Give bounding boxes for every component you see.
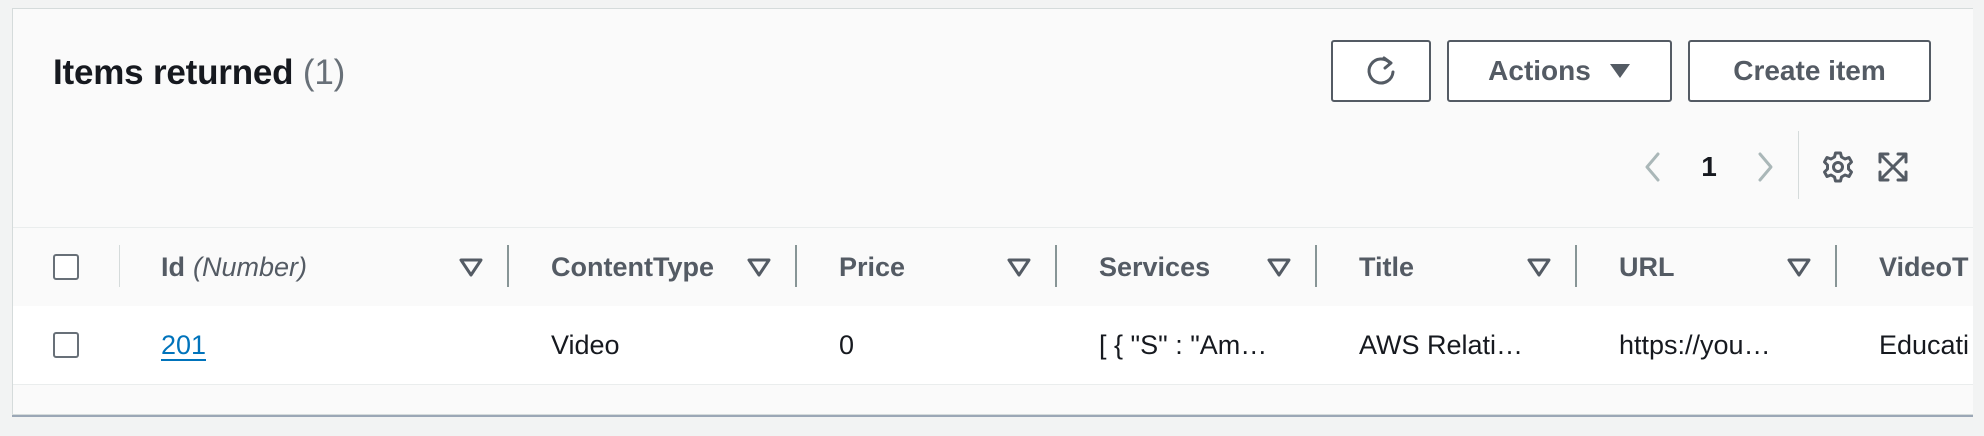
column-divider[interactable]: [795, 245, 797, 287]
create-item-label: Create item: [1733, 55, 1886, 86]
column-header-price[interactable]: Price: [839, 228, 905, 306]
column-divider[interactable]: [507, 245, 509, 287]
column-type: (Number): [193, 251, 308, 282]
actions-label: Actions: [1488, 55, 1591, 86]
row-select-cell: [53, 306, 79, 384]
select-all-cell: [53, 228, 79, 306]
cell-url: https://you…: [1619, 329, 1771, 360]
column-divider: [119, 245, 120, 287]
chevron-right-icon[interactable]: [1745, 147, 1785, 187]
column-label: Id: [161, 251, 185, 282]
column-divider[interactable]: [1575, 245, 1577, 287]
column-header-url[interactable]: URL: [1619, 228, 1675, 306]
row-checkbox[interactable]: [53, 332, 79, 358]
column-label: Price: [839, 251, 906, 282]
chevron-left-icon[interactable]: [1633, 147, 1673, 187]
toolbar-divider: [1798, 131, 1799, 199]
column-label: Services: [1099, 251, 1211, 282]
gear-icon[interactable]: [1818, 147, 1858, 187]
column-label: ContentType: [551, 251, 714, 282]
page-title: Items returned (1): [53, 53, 345, 93]
cell-contenttype: Video: [551, 329, 620, 360]
item-count: (1): [302, 53, 346, 92]
page-number[interactable]: 1: [1673, 151, 1745, 183]
table-header: Id (Number) ContentType Price Services T…: [13, 227, 1973, 307]
sort-triangle-icon[interactable]: [1787, 258, 1811, 278]
items-panel: Items returned (1) Actions Create item 1…: [12, 8, 1973, 415]
refresh-icon: [1367, 56, 1395, 85]
item-id-link[interactable]: 201: [161, 330, 206, 361]
fullscreen-icon[interactable]: [1873, 147, 1913, 187]
column-header-videotype[interactable]: VideoT: [1879, 228, 1969, 306]
sort-triangle-icon[interactable]: [1007, 258, 1031, 278]
column-divider[interactable]: [1835, 245, 1837, 287]
cell-price: 0: [839, 329, 855, 360]
column-header-contenttype[interactable]: ContentType: [551, 228, 714, 306]
column-divider[interactable]: [1055, 245, 1057, 287]
pagination: 1: [1633, 139, 1785, 195]
caret-down-icon: [1609, 64, 1630, 78]
panel-header: Items returned (1) Actions Create item 1: [13, 9, 1973, 227]
select-all-checkbox[interactable]: [53, 254, 79, 280]
column-header-services[interactable]: Services: [1099, 228, 1210, 306]
column-header-title[interactable]: Title: [1359, 228, 1414, 306]
actions-button[interactable]: Actions: [1447, 40, 1672, 102]
column-label: Title: [1359, 251, 1415, 282]
column-label: URL: [1619, 251, 1675, 282]
sort-triangle-icon[interactable]: [1267, 258, 1291, 278]
table-row[interactable]: 201 Video 0 [ { "S" : "Am… AWS Relati… h…: [13, 306, 1973, 385]
column-divider[interactable]: [1315, 245, 1317, 287]
refresh-button[interactable]: [1331, 40, 1431, 102]
cell-services: [ { "S" : "Am…: [1099, 329, 1268, 360]
create-item-button[interactable]: Create item: [1688, 40, 1931, 102]
cell-id: 201: [161, 306, 206, 384]
cell-title: AWS Relati…: [1359, 329, 1524, 360]
column-label: VideoT: [1879, 251, 1969, 282]
column-header-id[interactable]: Id (Number): [161, 228, 307, 306]
sort-triangle-icon[interactable]: [459, 258, 483, 278]
sort-triangle-icon[interactable]: [1527, 258, 1551, 278]
cell-videotype: Educati: [1879, 329, 1970, 360]
title-text: Items returned: [53, 53, 294, 92]
sort-triangle-icon[interactable]: [747, 258, 771, 278]
